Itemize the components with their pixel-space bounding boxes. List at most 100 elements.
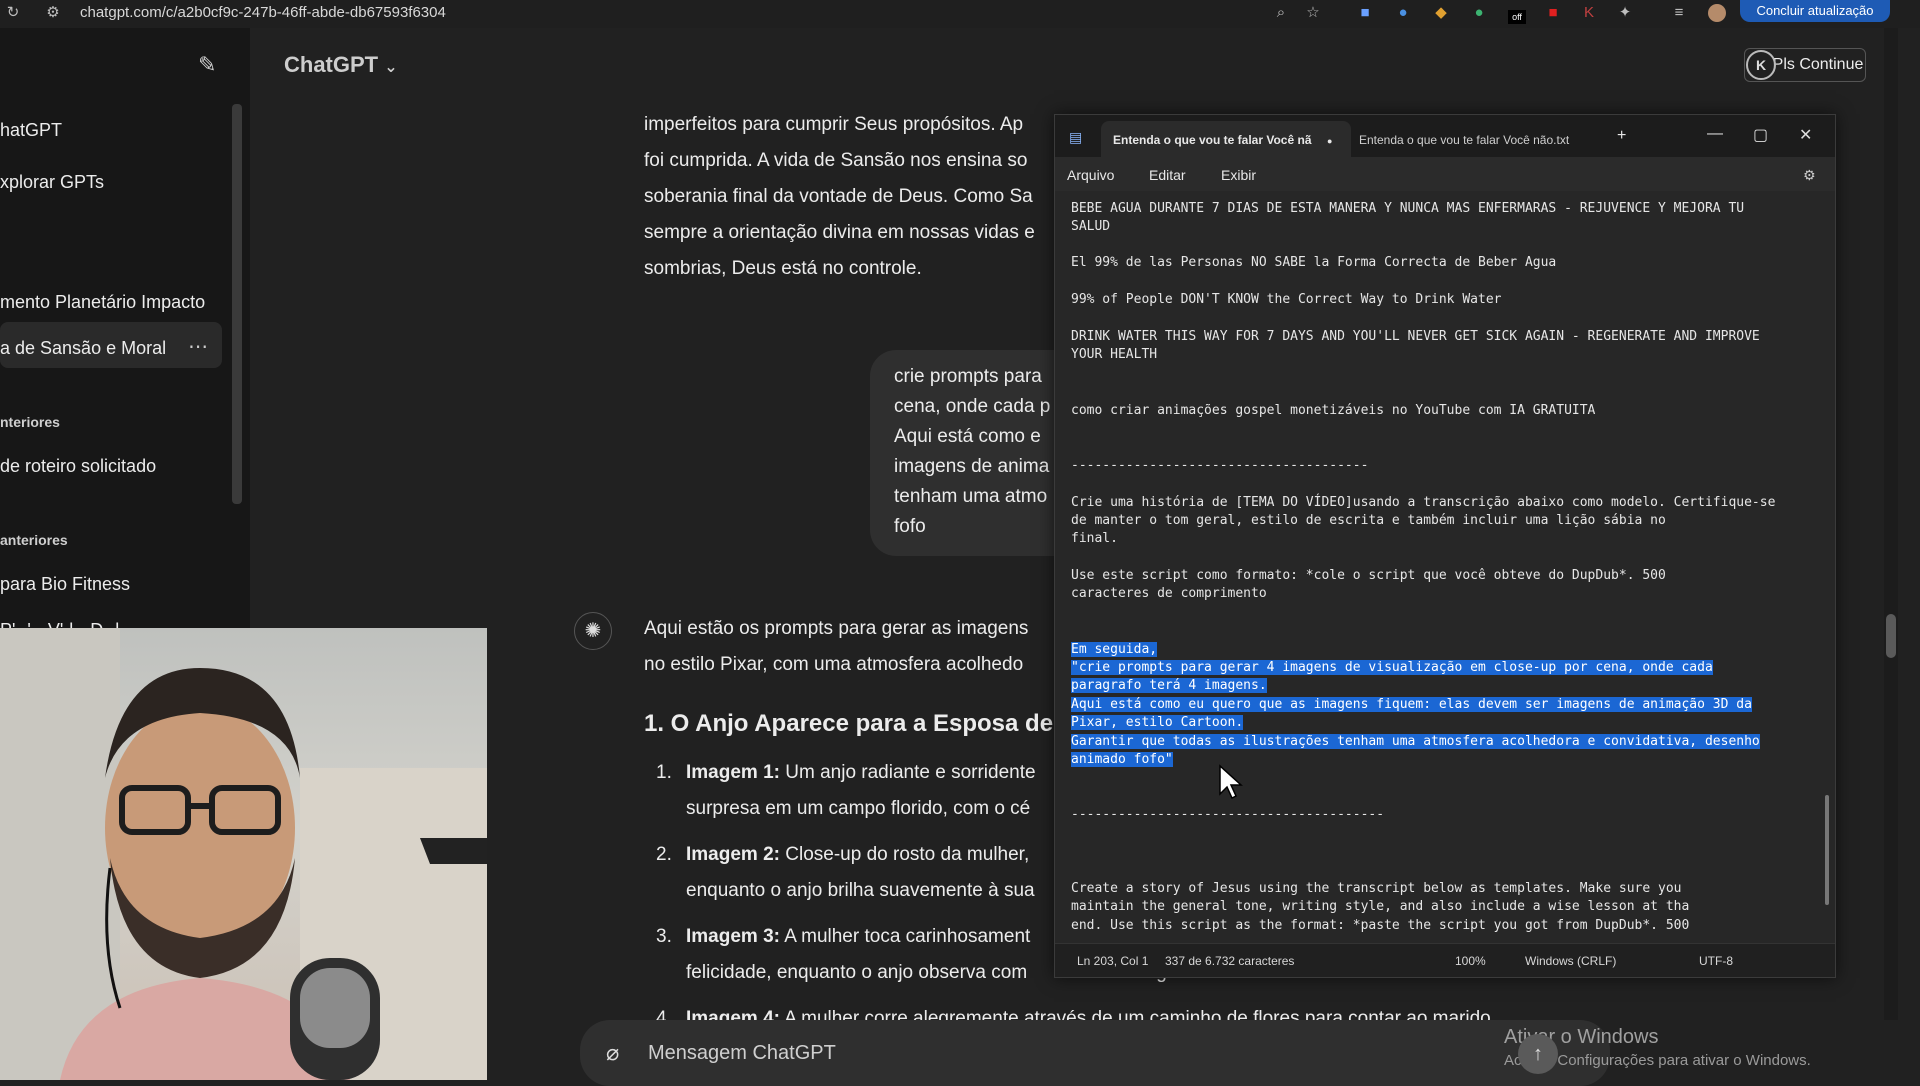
sidebar-item-explore-gpts[interactable]: xplorar GPTs <box>0 172 104 193</box>
assistant-text-line: soberania final da vontade de Deus. Como… <box>644 186 1033 207</box>
browser-toolbar: ↻ ⚙ chatgpt.com/c/a2b0cf9c-247b-46ff-abd… <box>0 0 1920 28</box>
model-selector[interactable]: ChatGPT ⌄ <box>284 52 398 78</box>
more-options-icon[interactable]: ⋯ <box>188 334 208 359</box>
new-chat-icon[interactable]: ✎ <box>198 52 216 78</box>
notepad-statusbar: Ln 203, Col 1 337 de 6.732 caracteres 10… <box>1055 943 1835 977</box>
extension-icon[interactable]: ● <box>1470 4 1488 22</box>
sidebar-item-chat[interactable]: para Bio Fitness <box>0 574 130 595</box>
assistant-text-line: sombrias, Deus está no controle. <box>644 258 922 279</box>
extension-off-badge[interactable]: off <box>1508 10 1526 24</box>
sidebar-item-chat-active[interactable]: a de Sansão e Moral <box>0 338 166 359</box>
k-extension-icon[interactable]: K <box>1746 50 1776 80</box>
list-item-label: Imagem 2: <box>686 844 780 865</box>
user-message-line: tenham uma atmo <box>894 486 1048 507</box>
list-item-continuation: enquanto o anjo brilha suavemente à sua <box>686 880 1035 901</box>
sidebar-item-chat[interactable]: mento Planetário Impacto <box>0 292 205 313</box>
notepad-tab-label: Entenda o que vou te falar Você nã <box>1113 133 1312 147</box>
user-message-line: cena, onde cada p <box>894 396 1051 417</box>
sidebar-scrollbar[interactable] <box>232 104 242 504</box>
message-input[interactable]: Mensagem ChatGPT <box>648 1042 836 1065</box>
list-item-text: Close-up do rosto da mulher, <box>779 844 1030 865</box>
extension-icon[interactable]: ◆ <box>1432 4 1450 22</box>
encoding: UTF-8 <box>1699 954 1733 968</box>
profile-avatar[interactable] <box>1708 4 1726 22</box>
scroll-to-bottom-icon[interactable]: ↑ <box>1518 1034 1558 1074</box>
list-item: Imagem 3: A mulher toca carinhosament <box>686 926 1030 948</box>
text-line: YOUR HEALTH <box>1071 347 1158 362</box>
zoom-level: 100% <box>1455 954 1486 968</box>
selected-text-line: paragrafo terá 4 imagens. <box>1071 678 1267 693</box>
extension-icon[interactable]: K <box>1580 4 1598 22</box>
attach-paperclip-icon[interactable]: ⌀ <box>606 1040 619 1066</box>
assistant-text-line: imperfeitos para cumprir Seus propósitos… <box>644 114 1024 135</box>
webcam-overlay <box>0 628 487 1080</box>
notepad-app-icon: ▤ <box>1069 129 1083 145</box>
selected-text-line: Garantir que todas as ilustrações tenham… <box>1071 734 1760 749</box>
separator-line: -------------------------------------- <box>1071 458 1369 473</box>
selected-text-line: Pixar, estilo Cartoon. <box>1071 715 1244 730</box>
text-line: El 99% de las Personas NO SABE la Forma … <box>1071 255 1557 270</box>
text-line: de manter o tom geral, estilo de escrita… <box>1071 513 1666 528</box>
list-item: Imagem 2: Close-up do rosto da mulher, <box>686 844 1029 866</box>
notepad-tab-2[interactable]: Entenda o que vou te falar Você não.txt <box>1359 133 1569 147</box>
text-line: final. <box>1071 531 1118 546</box>
text-line: caracteres de comprimento <box>1071 586 1267 601</box>
address-bar[interactable]: chatgpt.com/c/a2b0cf9c-247b-46ff-abde-db… <box>80 4 446 21</box>
selected-text-line: "crie prompts para gerar 4 imagens de vi… <box>1071 660 1713 675</box>
sidebar-item-chatgpt[interactable]: hatGPT <box>0 120 62 141</box>
text-line: Crie uma história de [TEMA DO VÍDEO]usan… <box>1071 495 1776 510</box>
user-message-line: crie prompts para <box>894 366 1042 387</box>
text-line: Use este script como formato: *cole o sc… <box>1071 568 1666 583</box>
extension-icon[interactable]: ■ <box>1356 4 1374 22</box>
extension-icon[interactable]: ■ <box>1544 4 1562 22</box>
sidebar-section-heading: nteriores <box>0 414 60 430</box>
bookmark-star-icon[interactable]: ☆ <box>1304 4 1322 22</box>
selected-text-line: animado fofo" <box>1071 752 1173 767</box>
sidebar-item-chat[interactable]: de roteiro solicitado <box>0 456 156 477</box>
media-icon[interactable]: ≡ <box>1670 4 1688 22</box>
notepad-text-editor[interactable]: BEBE AGUA DURANTE 7 DIAS DE ESTA MANERA … <box>1055 191 1835 943</box>
pls-continue-label: Pls Continue <box>1772 56 1864 73</box>
menu-arquivo[interactable]: Arquivo <box>1067 167 1114 183</box>
selected-text-line: Em seguida, <box>1071 642 1158 657</box>
text-line: como criar animações gospel monetizáveis… <box>1071 403 1596 418</box>
assistant-text-line: foi cumprida. A vida de Sansão nos ensin… <box>644 150 1028 171</box>
list-number: 3. <box>656 926 672 947</box>
minimize-icon[interactable]: — <box>1707 125 1723 143</box>
menu-exibir[interactable]: Exibir <box>1221 167 1256 183</box>
text-line: BEBE AGUA DURANTE 7 DIAS DE ESTA MANERA … <box>1071 201 1745 216</box>
list-item-continuation: surpresa em um campo florido, com o cé <box>686 798 1031 819</box>
menu-editar[interactable]: Editar <box>1149 167 1186 183</box>
notepad-window: ▤ Entenda o que vou te falar Você nã ● E… <box>1054 114 1836 978</box>
page-scrollbar[interactable] <box>1884 28 1898 1020</box>
close-icon[interactable]: ✕ <box>1799 125 1812 145</box>
list-item-label: Imagem 3: <box>686 926 780 947</box>
reload-icon[interactable]: ↻ <box>4 4 22 22</box>
notepad-scrollbar[interactable] <box>1825 795 1829 905</box>
user-message-line: imagens de anima <box>894 456 1050 477</box>
separator-line: ---------------------------------------- <box>1071 807 1385 822</box>
add-tab-icon[interactable]: + <box>1617 127 1626 145</box>
page-scrollbar-thumb[interactable] <box>1886 614 1896 658</box>
extension-icon[interactable]: ● <box>1394 4 1412 22</box>
settings-gear-icon[interactable]: ⚙ <box>1803 167 1816 184</box>
chevron-down-icon: ⌄ <box>384 59 398 76</box>
user-message-line: fofo <box>894 516 926 537</box>
list-number: 1. <box>656 762 672 783</box>
user-message-line: Aqui está como e <box>894 426 1041 447</box>
sidebar-section-heading: anteriores <box>0 532 68 548</box>
maximize-icon[interactable]: ▢ <box>1753 125 1768 145</box>
text-line: DRINK WATER THIS WAY FOR 7 DAYS AND YOU'… <box>1071 329 1760 344</box>
line-ending: Windows (CRLF) <box>1525 954 1617 968</box>
selected-text-line: Aqui está como eu quero que as imagens f… <box>1071 697 1752 712</box>
extensions-puzzle-icon[interactable]: ✦ <box>1616 4 1634 22</box>
notepad-titlebar: ▤ Entenda o que vou te falar Você nã ● E… <box>1055 115 1835 157</box>
update-button[interactable]: Concluir atualização <box>1740 0 1890 22</box>
mouse-cursor-icon <box>1219 764 1243 800</box>
list-item: Imagem 1: Um anjo radiante e sorridente <box>686 762 1036 784</box>
chatgpt-logo-icon: ✺ <box>574 612 612 650</box>
list-number: 2. <box>656 844 672 865</box>
site-settings-icon[interactable]: ⚙ <box>44 4 62 22</box>
list-item-continuation: felicidade, enquanto o anjo observa com <box>686 962 1028 983</box>
zoom-icon[interactable]: ⌕ <box>1272 4 1290 22</box>
